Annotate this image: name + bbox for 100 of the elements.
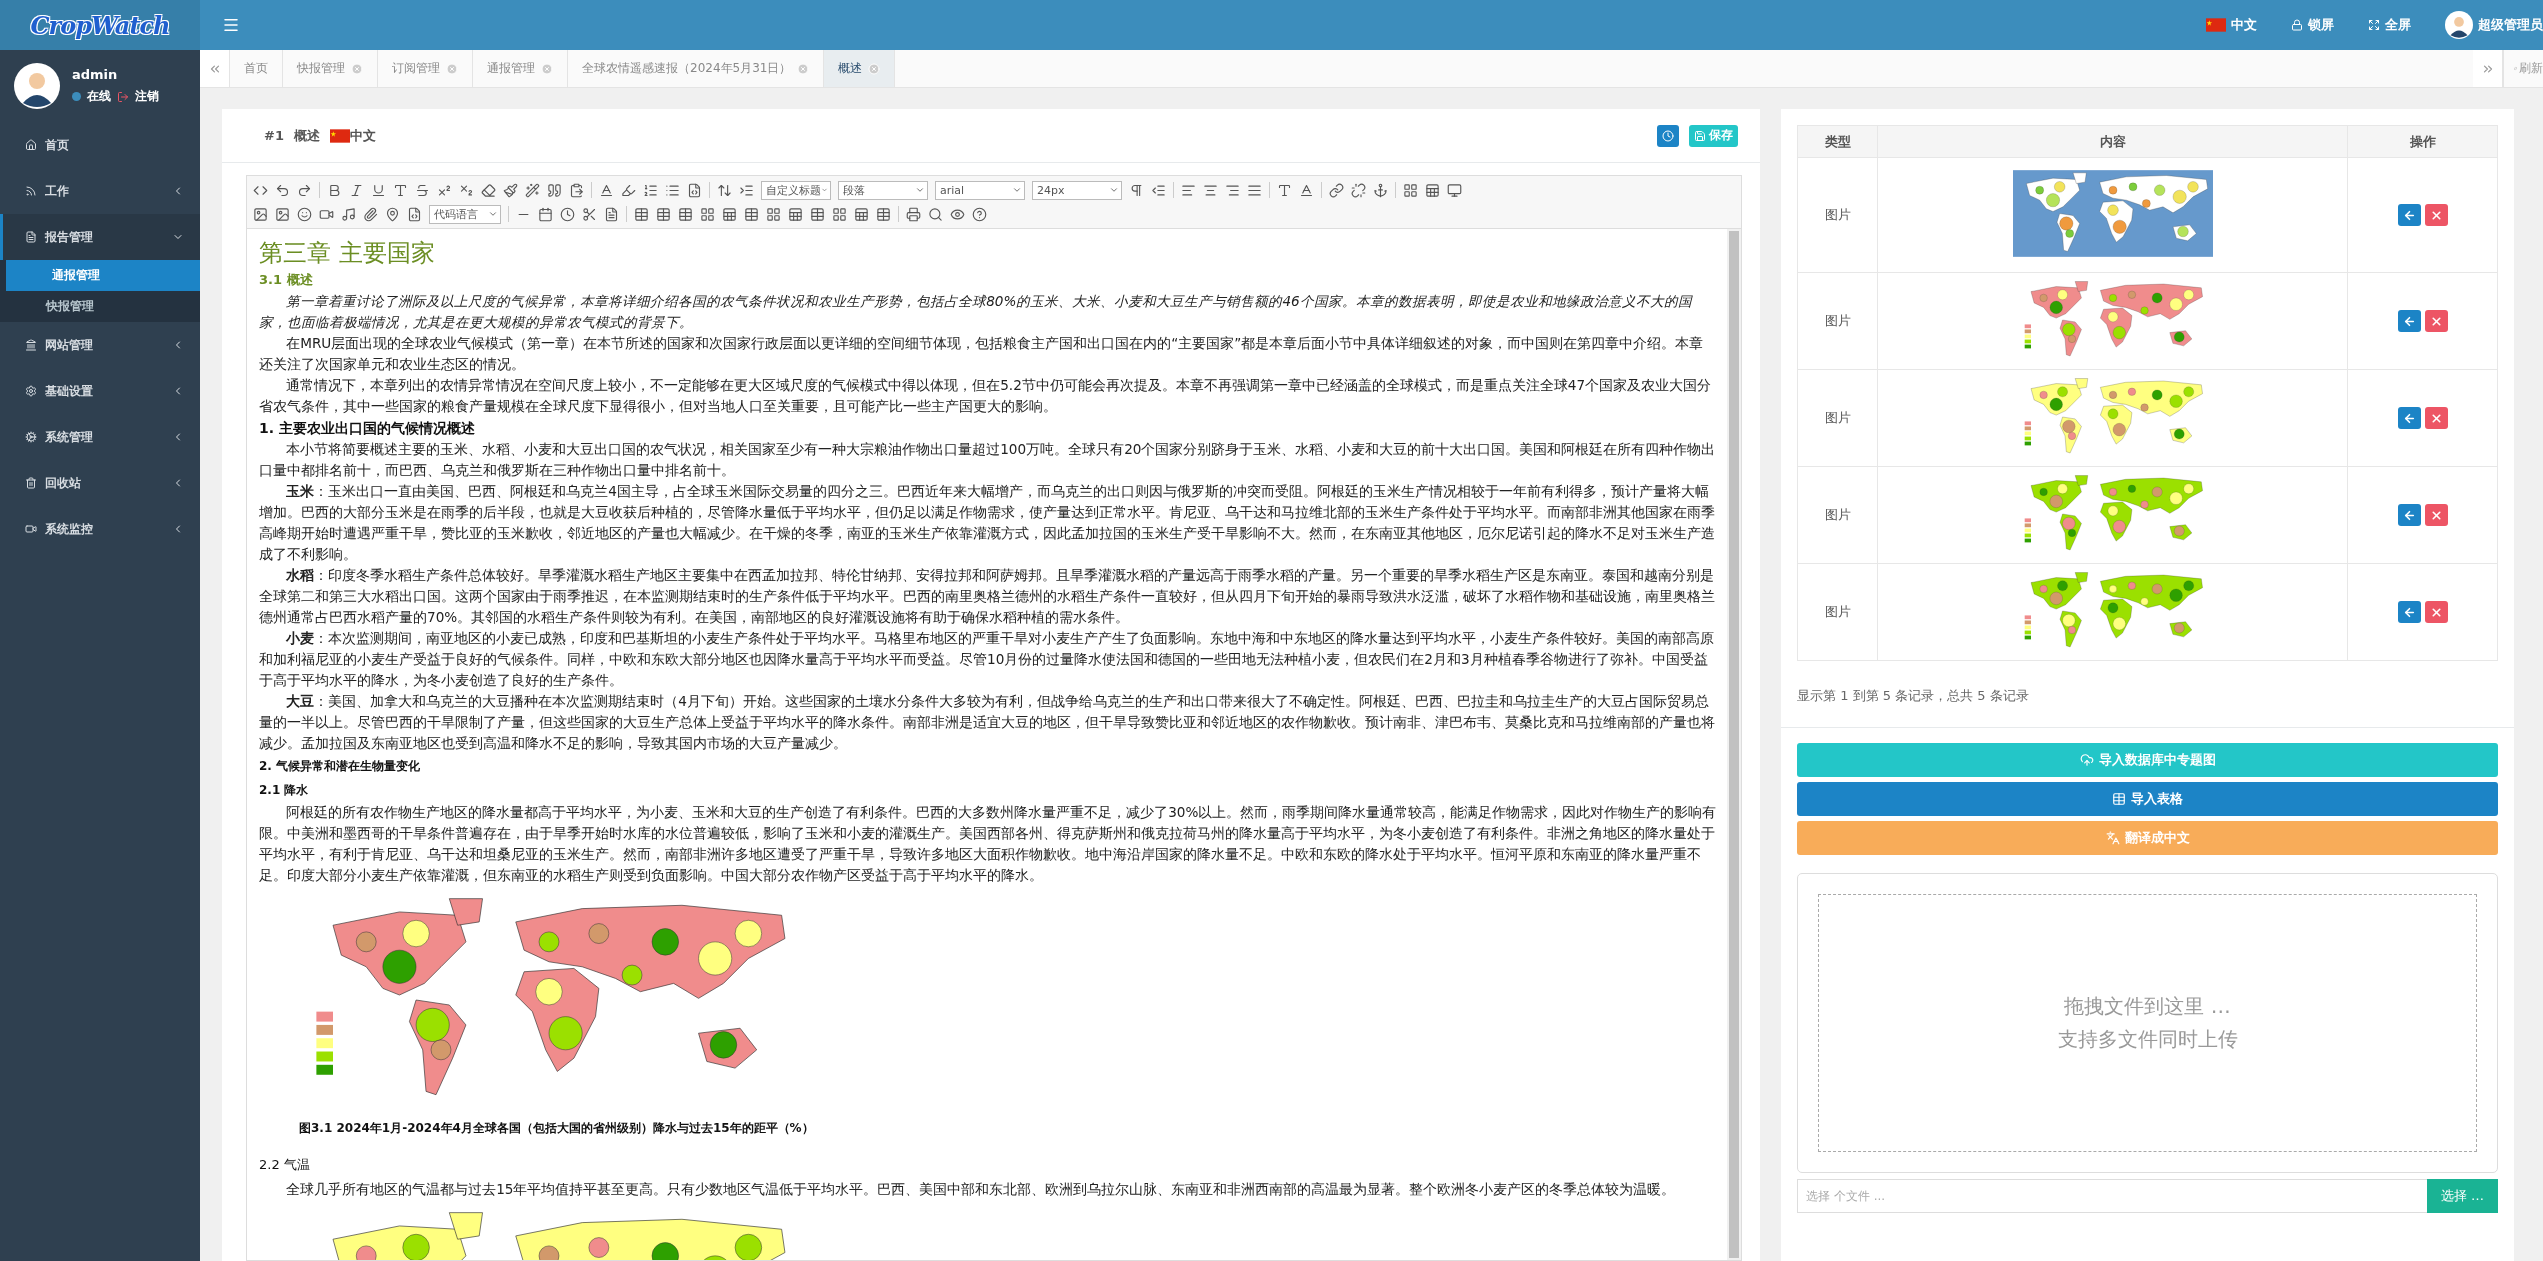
unlink-icon[interactable] <box>1351 182 1366 198</box>
monitor-icon[interactable] <box>1447 182 1462 198</box>
browse-button[interactable]: 选择 … <box>2426 1179 2498 1213</box>
sidebar-item[interactable]: 首页 <box>0 122 200 168</box>
smile-icon[interactable] <box>297 206 312 222</box>
action-button[interactable]: 导入数据库中专题图 <box>1797 743 2498 777</box>
dropdown[interactable]: 24px <box>1032 180 1122 200</box>
quote-icon[interactable] <box>547 182 562 198</box>
font-size-icon[interactable] <box>1277 182 1292 198</box>
save-button[interactable]: 保存 <box>1689 124 1738 147</box>
sidebar-item[interactable]: 系统管理 <box>0 414 200 460</box>
file-icon[interactable] <box>687 182 702 198</box>
subscript-icon[interactable] <box>459 182 474 198</box>
grid-icon[interactable] <box>832 206 847 222</box>
dropdown[interactable]: 代码语言 <box>429 204 501 224</box>
fullscreen-button[interactable]: 全屏 <box>2368 16 2411 34</box>
sidebar-item[interactable]: 工作 <box>0 168 200 214</box>
table-icon[interactable] <box>634 206 649 222</box>
sidebar-item[interactable]: 报告管理 <box>0 214 200 260</box>
align-center-icon[interactable] <box>1203 182 1218 198</box>
sidebar-item[interactable]: 系统监控 <box>0 506 200 552</box>
superscript-icon[interactable] <box>437 182 452 198</box>
dropdown[interactable]: 自定义标题 <box>761 180 831 200</box>
sidebar-item[interactable]: 回收站 <box>0 460 200 506</box>
wand-icon[interactable] <box>525 182 540 198</box>
search-icon[interactable] <box>928 206 943 222</box>
align-justify-icon[interactable] <box>1247 182 1262 198</box>
insert-button[interactable] <box>2397 504 2421 526</box>
line-height-icon[interactable] <box>717 182 732 198</box>
tab[interactable]: 订阅管理 <box>378 50 473 87</box>
file-input-field[interactable]: 选择 个文件 ... <box>1797 1179 2427 1213</box>
outdent-icon[interactable] <box>1151 182 1166 198</box>
paste-icon[interactable] <box>569 182 584 198</box>
help-icon[interactable] <box>972 206 987 222</box>
indent-icon[interactable] <box>739 182 754 198</box>
table-icon[interactable] <box>678 206 693 222</box>
table-icon[interactable] <box>744 206 759 222</box>
bullet-list-icon[interactable] <box>665 182 680 198</box>
highlighter-icon[interactable] <box>621 182 636 198</box>
user-menu[interactable]: 超级管理员 <box>2445 11 2543 39</box>
language-button[interactable]: 中文 <box>2206 16 2257 34</box>
tab[interactable]: 概述 <box>824 50 896 87</box>
scrollbar[interactable] <box>1727 229 1741 1260</box>
sheet-icon[interactable] <box>854 206 869 222</box>
preview-icon[interactable] <box>950 206 965 222</box>
attachment-icon[interactable] <box>363 206 378 222</box>
grid-icon[interactable] <box>766 206 781 222</box>
table-icon[interactable] <box>656 206 671 222</box>
strikethrough-icon[interactable] <box>415 182 430 198</box>
insert-button[interactable] <box>2397 407 2421 429</box>
delete-button[interactable] <box>2424 504 2448 526</box>
sidebar-item[interactable]: 基础设置 <box>0 368 200 414</box>
tab[interactable]: 通报管理 <box>473 50 568 87</box>
undo-icon[interactable] <box>275 182 290 198</box>
italic-icon[interactable] <box>349 182 364 198</box>
tab[interactable]: 快报管理 <box>283 50 378 87</box>
map-pin-icon[interactable] <box>385 206 400 222</box>
anchor-icon[interactable] <box>1373 182 1388 198</box>
image-icon[interactable] <box>275 206 290 222</box>
drop-zone[interactable]: 拖拽文件到这里 … 支持多文件同时上传 <box>1818 894 2477 1152</box>
clock-icon[interactable] <box>560 206 575 222</box>
font-case-icon[interactable] <box>1299 182 1314 198</box>
tab[interactable]: 首页 <box>230 50 283 87</box>
link-icon[interactable] <box>1329 182 1344 198</box>
eraser-icon[interactable] <box>481 182 496 198</box>
refresh-button[interactable]: 刷新 <box>2503 50 2543 87</box>
layout-icon[interactable] <box>1403 182 1418 198</box>
insert-button[interactable] <box>2397 310 2421 332</box>
calendar-icon[interactable] <box>538 206 553 222</box>
underline-icon[interactable] <box>371 182 386 198</box>
sheet-icon[interactable] <box>788 206 803 222</box>
sidebar-subitem[interactable]: 通报管理 <box>6 260 200 291</box>
delete-button[interactable] <box>2424 601 2448 623</box>
insert-button[interactable] <box>2397 204 2421 226</box>
lock-screen-button[interactable]: 锁屏 <box>2291 16 2334 34</box>
align-left-icon[interactable] <box>1181 182 1196 198</box>
table-icon[interactable] <box>810 206 825 222</box>
file-icon[interactable] <box>407 206 422 222</box>
sheet-icon[interactable] <box>1425 182 1440 198</box>
paintbrush-icon[interactable] <box>503 182 518 198</box>
dropdown[interactable]: 段落 <box>838 180 928 200</box>
history-button[interactable] <box>1657 124 1679 147</box>
delete-button[interactable] <box>2424 407 2448 429</box>
pilcrow-icon[interactable] <box>1129 182 1144 198</box>
delete-button[interactable] <box>2424 310 2448 332</box>
grid-icon[interactable] <box>700 206 715 222</box>
sidebar-item[interactable]: 网站管理 <box>0 322 200 368</box>
music-icon[interactable] <box>341 206 356 222</box>
font-border-icon[interactable] <box>393 182 408 198</box>
redo-icon[interactable] <box>297 182 312 198</box>
ordered-list-icon[interactable] <box>643 182 658 198</box>
delete-button[interactable] <box>2424 204 2448 226</box>
table-icon[interactable] <box>876 206 891 222</box>
menu-icon[interactable] <box>222 16 240 34</box>
page-icon[interactable] <box>604 206 619 222</box>
print-icon[interactable] <box>906 206 921 222</box>
logout-link[interactable]: 注销 <box>135 88 159 105</box>
action-button[interactable]: 导入表格 <box>1797 782 2498 816</box>
dropdown[interactable]: arial <box>935 180 1025 200</box>
image-icon[interactable] <box>253 206 268 222</box>
